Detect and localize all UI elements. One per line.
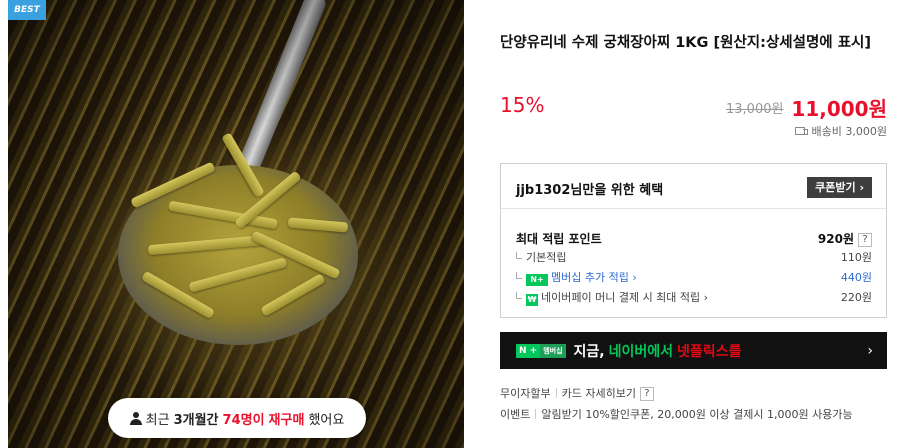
- truck-icon: [794, 126, 808, 136]
- npay-points-link[interactable]: 네이버페이 머니 결제 시 최대 적립 ›: [541, 291, 708, 304]
- event-text: 알림받기 10%할인쿠폰, 20,000원 이상 결제시 1,000원 사용가능: [541, 408, 853, 421]
- coupon-button[interactable]: 쿠폰받기 ›: [807, 177, 872, 198]
- basic-points-label: 기본적립: [526, 251, 567, 264]
- benefit-heading: jjb1302님만을 위한 혜택 쿠폰받기 ›: [501, 164, 886, 209]
- product-title: 단양유리네 수제 궁채장아찌 1KG [원산지:상세설명에 표시]: [500, 35, 871, 51]
- tree-branch-icon: [516, 292, 522, 299]
- membership-badge: 멤버십: [540, 343, 566, 358]
- event-label: 이벤트: [500, 408, 531, 421]
- chevron-right-icon[interactable]: ›: [867, 343, 873, 359]
- tree-branch-icon: [516, 272, 522, 279]
- netflix-promo-banner[interactable]: N + 멤버십 지금, 네이버에서 넷플릭스를 ›: [500, 332, 887, 369]
- card-detail-link[interactable]: 카드 자세히보기: [562, 387, 636, 400]
- repurchase-badge: 최근 3개월간 74명이 재구매 했어요: [108, 398, 366, 438]
- installment-label: 무이자할부: [500, 387, 551, 400]
- divider: [535, 409, 537, 419]
- product-image[interactable]: [8, 0, 464, 448]
- banner-text-green: 네이버에서: [608, 343, 674, 360]
- membership-points-link[interactable]: 멤버십 추가 적립 ›: [551, 271, 637, 284]
- naver-plus-badge: N +: [516, 343, 541, 358]
- max-points-value-wrap: 920원?: [818, 230, 872, 247]
- pickle-strips: [108, 132, 368, 340]
- npay-points-row[interactable]: ₩ 네이버페이 머니 결제 시 최대 적립 › 220원: [516, 289, 872, 306]
- repurchase-period: 3개월간: [173, 412, 219, 428]
- sale-price: 11,000원: [791, 97, 887, 121]
- npay-points-value: 220원: [840, 291, 872, 304]
- best-badge: BEST: [8, 0, 46, 20]
- product-info: 단양유리네 수제 궁채장아찌 1KG [원산지:상세설명에 표시] 15% 13…: [500, 0, 900, 448]
- event-row: 이벤트 알림받기 10%할인쿠폰, 20,000원 이상 결제시 1,000원 사…: [500, 406, 853, 422]
- repurchase-action: 재구매: [268, 412, 305, 428]
- banner-text-red: 넷플릭스를: [677, 343, 742, 360]
- benefit-box: jjb1302님만을 위한 혜택 쿠폰받기 › 최대 적립 포인트 920원? …: [500, 163, 887, 318]
- banner-text-white: 지금,: [573, 343, 605, 360]
- help-icon[interactable]: ?: [858, 232, 872, 247]
- naver-membership-badge: N + 멤버십: [516, 343, 566, 358]
- divider: [555, 388, 557, 398]
- benefit-heading-text: jjb1302님만을 위한 혜택: [516, 183, 664, 198]
- naver-pay-icon: ₩: [526, 294, 538, 306]
- shipping-text: 배송비 3,000원: [811, 125, 887, 138]
- repurchase-count: 74명이: [222, 412, 265, 428]
- membership-points-row[interactable]: N+ 멤버십 추가 적립 › 440원: [516, 269, 872, 286]
- installment-row: 무이자할부 카드 자세히보기?: [500, 385, 654, 401]
- discount-rate: 15%: [500, 93, 545, 117]
- tree-branch-icon: [516, 252, 522, 259]
- help-icon[interactable]: ?: [639, 387, 654, 401]
- membership-points-value: 440원: [840, 271, 872, 284]
- original-price: 13,000원: [726, 102, 784, 117]
- max-points-row: 최대 적립 포인트 920원?: [516, 230, 872, 247]
- shipping-fee: 배송비 3,000원: [794, 123, 887, 139]
- basic-points-value: 110원: [840, 251, 872, 264]
- basic-points-row: 기본적립 110원: [516, 249, 872, 265]
- repurchase-suffix: 했어요: [308, 412, 345, 428]
- max-points-label: 최대 적립 포인트: [516, 232, 602, 246]
- repurchase-prefix: 최근: [145, 412, 170, 428]
- naver-plus-icon: N+: [526, 274, 548, 286]
- max-points-value: 920원: [817, 232, 854, 246]
- person-icon: [129, 411, 142, 425]
